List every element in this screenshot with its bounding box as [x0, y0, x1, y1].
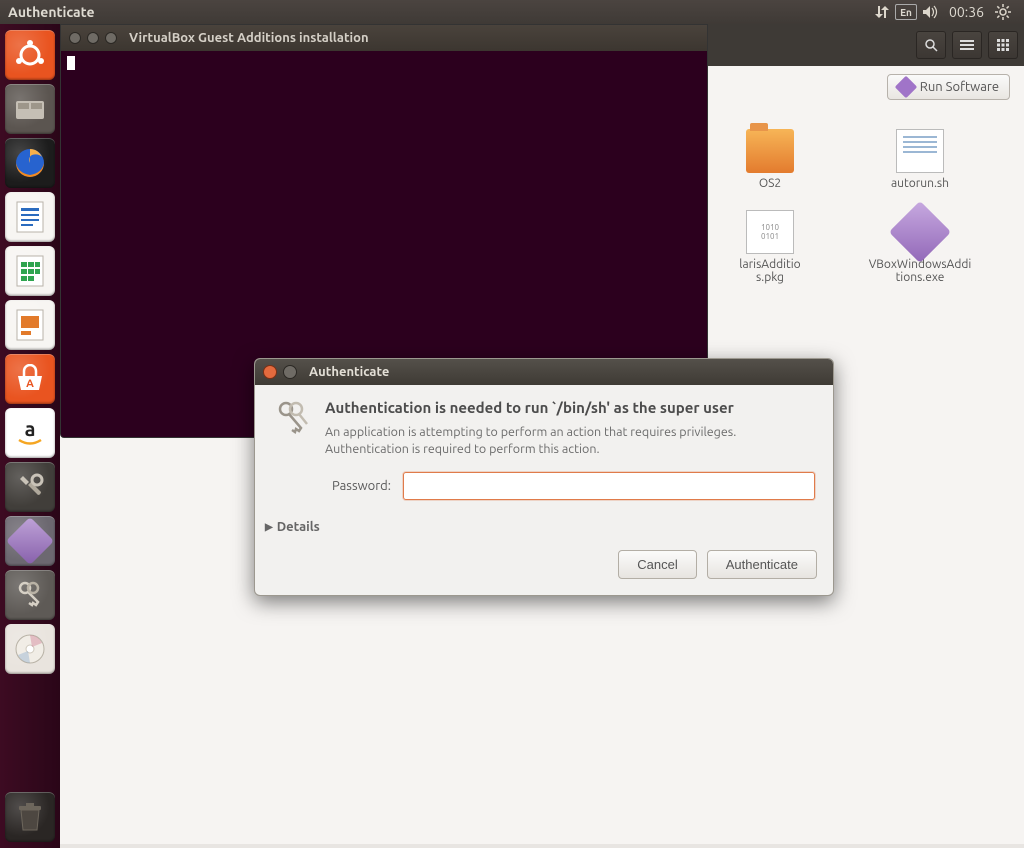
close-icon[interactable] — [69, 32, 81, 44]
password-label: Password: — [325, 479, 391, 493]
authenticate-button[interactable]: Authenticate — [707, 550, 817, 579]
top-menubar: Authenticate En 00:36 — [0, 0, 1024, 24]
close-icon[interactable] — [263, 365, 277, 379]
svg-text:a: a — [25, 417, 36, 440]
minimize-icon[interactable] — [283, 365, 297, 379]
launcher-files[interactable] — [5, 84, 55, 134]
dialog-title: Authenticate — [309, 365, 389, 379]
minimize-icon[interactable] — [87, 32, 99, 44]
launcher-settings[interactable] — [5, 462, 55, 512]
launcher-disc[interactable] — [5, 624, 55, 674]
pkg-icon: 10100101 — [746, 210, 794, 254]
folder-icon — [746, 129, 794, 173]
file-item-os2[interactable]: OS2 — [700, 129, 840, 190]
dialog-body: An application is attempting to perform … — [325, 424, 815, 458]
keyboard-indicator[interactable]: En — [895, 4, 917, 20]
launcher-keys[interactable] — [5, 570, 55, 620]
details-label: Details — [277, 520, 320, 534]
file-label: autorun.sh — [891, 177, 949, 190]
authenticate-dialog: Authenticate Authentication is needed to… — [254, 358, 834, 596]
active-app-title: Authenticate — [8, 4, 95, 20]
volume-icon[interactable] — [917, 0, 943, 24]
keys-icon — [273, 399, 311, 447]
file-item-vboxwin[interactable]: VBoxWindowsAddi tions.exe — [850, 210, 990, 284]
file-item-pkg[interactable]: 10100101 larisAdditio s.pkg — [700, 210, 840, 284]
exe-icon — [896, 210, 944, 254]
launcher-calc[interactable] — [5, 246, 55, 296]
terminal-titlebar[interactable]: VirtualBox Guest Additions installation — [61, 25, 707, 51]
dialog-heading: Authentication is needed to run `/bin/sh… — [325, 399, 815, 416]
file-grid: OS2 autorun.sh 10100101 larisAdditio s.p… — [700, 129, 990, 284]
svg-text:A: A — [26, 378, 34, 390]
launcher: A a — [0, 24, 60, 848]
file-item-autorun[interactable]: autorun.sh — [850, 129, 990, 190]
password-input[interactable] — [403, 472, 815, 500]
file-label: larisAdditio s.pkg — [739, 258, 800, 284]
launcher-trash[interactable] — [5, 792, 55, 842]
dialog-titlebar[interactable]: Authenticate — [255, 359, 833, 385]
file-label: OS2 — [759, 177, 781, 190]
launcher-software[interactable]: A — [5, 354, 55, 404]
view-menu-icon[interactable] — [952, 31, 982, 59]
launcher-vbox-disc[interactable] — [5, 516, 55, 566]
network-icon[interactable] — [869, 0, 895, 24]
clock[interactable]: 00:36 — [943, 4, 990, 20]
app-grid-icon[interactable] — [988, 31, 1018, 59]
launcher-writer[interactable] — [5, 192, 55, 242]
run-software-button[interactable]: Run Software — [887, 74, 1010, 100]
terminal-title: VirtualBox Guest Additions installation — [129, 31, 369, 45]
system-gear-icon[interactable] — [990, 0, 1016, 24]
maximize-icon[interactable] — [105, 32, 117, 44]
chevron-right-icon: ▶ — [265, 521, 273, 533]
script-icon — [896, 129, 944, 173]
launcher-impress[interactable] — [5, 300, 55, 350]
launcher-firefox[interactable] — [5, 138, 55, 188]
run-software-label: Run Software — [920, 80, 999, 94]
cancel-button[interactable]: Cancel — [618, 550, 696, 579]
diamond-icon — [894, 76, 917, 99]
launcher-dash[interactable] — [5, 30, 55, 80]
search-icon[interactable] — [916, 31, 946, 59]
cursor-icon — [67, 56, 75, 70]
details-expander[interactable]: ▶ Details — [255, 516, 833, 544]
desktop: Run Software OS2 autorun.sh 10100101 lar… — [60, 24, 1024, 848]
launcher-amazon[interactable]: a — [5, 408, 55, 458]
